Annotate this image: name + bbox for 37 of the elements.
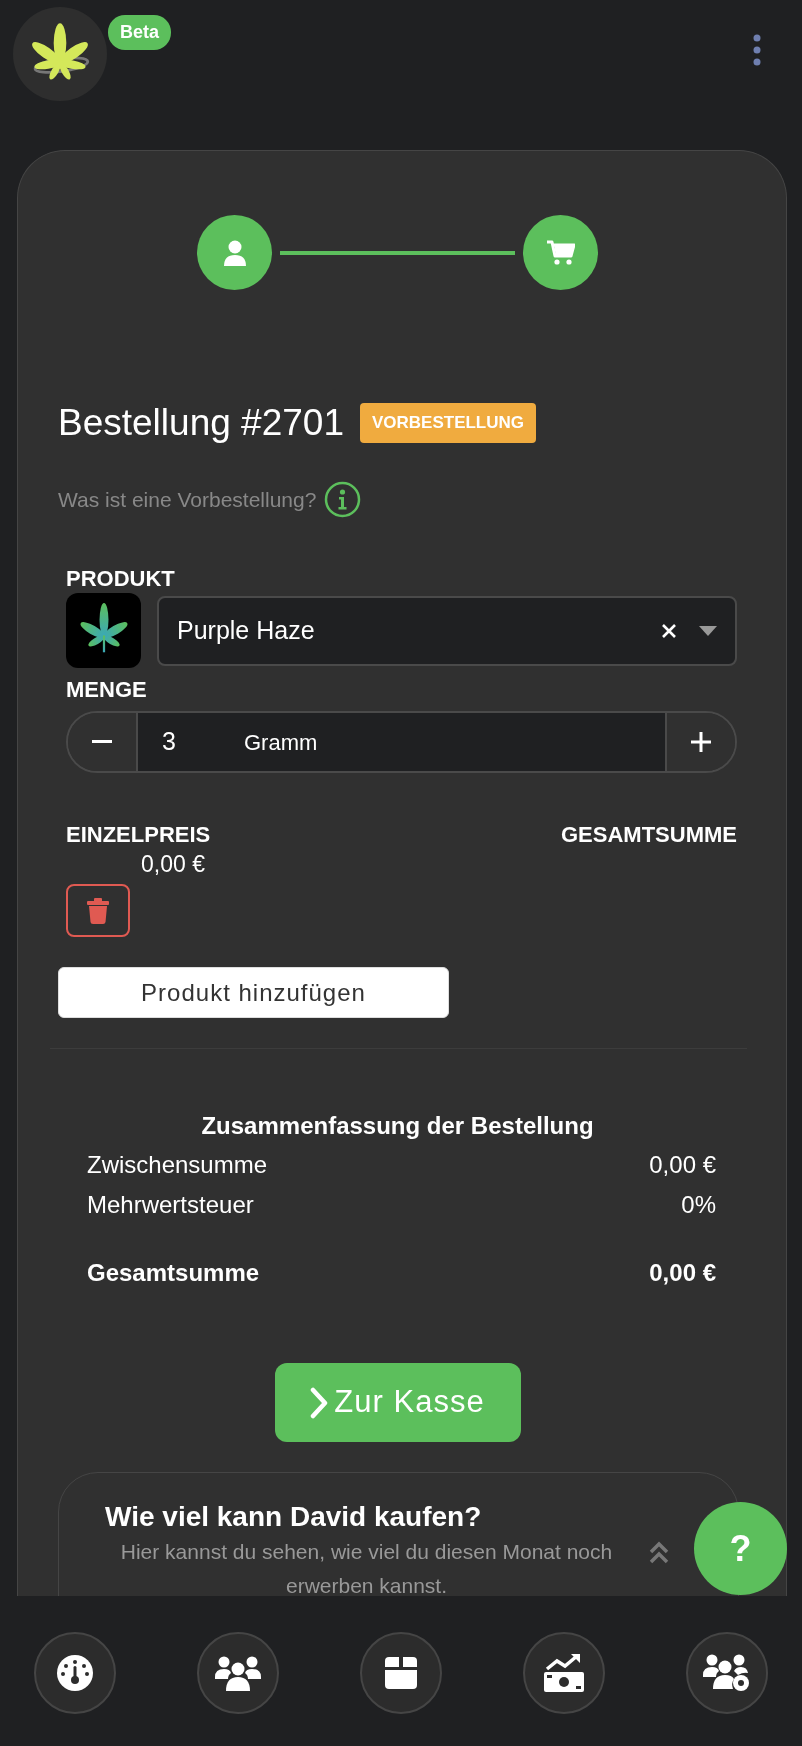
card-text: Hier kannst du sehen, wie viel du diesen Monat noch erwerben kannst.	[119, 1539, 614, 1596]
summary-label: Mehrwertsteuer	[87, 1190, 254, 1220]
column-label: EINZELPREIS	[66, 821, 211, 849]
summary-label: Zwischensumme	[87, 1150, 268, 1180]
field-label: PRODUKT	[66, 565, 176, 593]
box-icon	[383, 1657, 419, 1689]
card-title: Wie viel kann David kaufen?	[105, 1500, 483, 1534]
order-title: Bestellung #2701	[58, 401, 344, 445]
info-icon[interactable]	[324, 481, 362, 518]
user-icon	[222, 239, 247, 266]
chevron-right-icon	[310, 1386, 329, 1419]
users-gear-icon	[703, 1653, 751, 1693]
summary-value: 0,00 €	[649, 1150, 716, 1180]
preorder-badge: VORBESTELLUNG	[359, 403, 537, 443]
plus-icon	[691, 732, 711, 752]
cart-icon	[546, 239, 575, 266]
users-icon	[214, 1655, 262, 1691]
money-chart-icon	[543, 1653, 585, 1693]
add-product-button[interactable]: Produkt hinzufügen	[58, 967, 449, 1018]
summary-value: 0,00 €	[649, 1258, 716, 1288]
info-text: Was ist eine Vorbestellung?	[58, 486, 317, 513]
product-select[interactable]: Purple Haze	[157, 595, 737, 666]
trash-icon	[87, 897, 109, 924]
field-label: MENGE	[66, 676, 148, 704]
clear-icon[interactable]	[661, 622, 677, 639]
quantity-field[interactable]: 3 Gramm	[136, 713, 667, 771]
beta-badge: Beta	[108, 15, 171, 50]
gauge-icon	[55, 1653, 95, 1693]
delete-button[interactable]	[66, 884, 130, 937]
summary-title: Zusammenfassung der Bestellung	[200, 1111, 595, 1141]
dropdown-arrow-icon[interactable]	[699, 625, 717, 636]
summary-value: 0%	[681, 1190, 716, 1220]
minus-icon	[92, 740, 112, 744]
double-chevron-up-icon[interactable]	[648, 1540, 670, 1564]
unit-price: 0,00 €	[140, 850, 206, 879]
column-label: GESAMTSUMME	[561, 821, 737, 849]
summary-label: Gesamtsumme	[87, 1258, 260, 1288]
